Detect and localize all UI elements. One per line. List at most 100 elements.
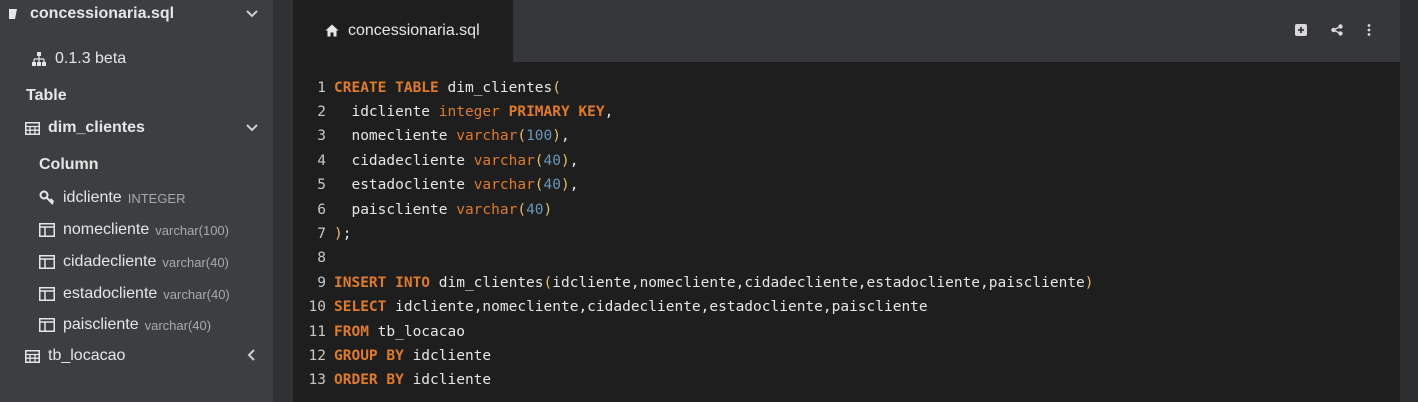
line-number: 9: [317, 275, 326, 291]
code-token: ): [552, 128, 561, 144]
code-token: varchar: [473, 153, 535, 169]
code-token: estadocliente: [334, 177, 474, 193]
code-token: SELECT: [334, 299, 387, 315]
code-line[interactable]: 4 cidadecliente varchar(40),: [293, 149, 578, 173]
chevron-down-icon[interactable]: [245, 6, 259, 20]
line-number: 8: [317, 250, 326, 266]
column-name: cidadecliente: [63, 253, 157, 270]
column-type: varchar(40): [162, 254, 229, 270]
code-token: (: [552, 80, 561, 96]
code-line[interactable]: 8: [293, 246, 334, 270]
line-number: 12: [308, 348, 326, 364]
code-token: 40: [526, 202, 544, 218]
code-token: dim_clientes: [438, 80, 553, 96]
code-token: INSERT INTO: [334, 275, 431, 291]
editor-panel: concessionaria.sql 1 CREATE TABLE dim_cli…: [293, 0, 1400, 402]
column-name: estadocliente: [63, 285, 158, 302]
tab-label: concessionaria.sql: [348, 22, 480, 39]
column-name: paiscliente: [63, 316, 139, 333]
code-token: dim_clientes: [430, 275, 544, 291]
code-token: ,: [604, 104, 614, 120]
code-token: ,: [561, 128, 570, 144]
code-token: ,: [569, 177, 579, 193]
column-item[interactable]: estadocliente varchar(40): [0, 280, 273, 308]
table-icon: [24, 120, 40, 136]
code-token: varchar: [473, 177, 535, 193]
code-token: idcliente: [403, 348, 492, 364]
code-token: ): [561, 153, 570, 169]
code-token: cidadecliente: [334, 153, 474, 169]
code-line[interactable]: 11 FROM tb_locacao: [293, 320, 465, 344]
code-token: integer: [438, 104, 500, 120]
code-token: ,: [569, 153, 579, 169]
table-icon: [24, 348, 40, 364]
line-number: 3: [317, 128, 326, 144]
code-token: ORDER BY: [334, 372, 404, 388]
column-icon: [39, 222, 55, 238]
code-line[interactable]: 10 SELECT idcliente,nomecliente,cidadecli…: [293, 295, 928, 319]
divider: [273, 0, 293, 402]
column-icon: [39, 286, 55, 302]
code-token: (: [543, 275, 553, 291]
code-token: ): [1084, 275, 1094, 291]
column-item[interactable]: paiscliente varchar(40): [0, 311, 273, 339]
table-name: tb_locacao: [48, 347, 126, 364]
line-number: 10: [308, 299, 326, 315]
code-line[interactable]: 1 CREATE TABLE dim_clientes(: [293, 76, 561, 100]
scrollbar[interactable]: [1400, 0, 1418, 402]
code-token: (: [517, 128, 527, 144]
line-number: 11: [308, 324, 326, 340]
code-token: (: [517, 202, 527, 218]
column-name: nomecliente: [63, 221, 150, 238]
code-line[interactable]: 7);: [293, 222, 351, 246]
line-number: 6: [317, 202, 326, 218]
code-token: idcliente,nomecliente,cidadecliente,esta…: [386, 299, 928, 315]
code-line[interactable]: 12 GROUP BY idcliente: [293, 344, 492, 368]
chevron-left-icon[interactable]: [245, 348, 259, 362]
line-number: 2: [317, 104, 326, 120]
home-icon: [325, 24, 339, 38]
tab-concessionaria[interactable]: concessionaria.sql: [293, 0, 513, 62]
column-item[interactable]: idcliente INTEGER: [0, 184, 273, 212]
sidebar-db-header[interactable]: concessionaria.sql: [0, 0, 273, 28]
code-line[interactable]: 9 INSERT INTO dim_clientes(idcliente,nome…: [293, 271, 1094, 295]
code-line[interactable]: 13 ORDER BY idcliente: [293, 368, 492, 392]
tab-bar: concessionaria.sql: [293, 0, 1400, 62]
code-token: tb_locacao: [368, 324, 465, 340]
code-token: ): [561, 177, 570, 193]
db-name: concessionaria.sql: [30, 5, 175, 22]
column-type: varchar(40): [163, 286, 230, 302]
code-token: CREATE TABLE: [334, 80, 439, 96]
add-icon[interactable]: [1294, 23, 1308, 37]
column-item[interactable]: cidadecliente varchar(40): [0, 248, 273, 276]
line-number: 5: [317, 177, 326, 193]
column-item[interactable]: nomecliente varchar(100): [0, 216, 273, 244]
code-token: 100: [526, 128, 553, 144]
code-line[interactable]: 3 nomecliente varchar(100),: [293, 124, 570, 148]
share-icon[interactable]: [1330, 23, 1344, 37]
code-line[interactable]: 2 idcliente integer PRIMARY KEY,: [293, 100, 613, 124]
code-token: varchar: [456, 128, 518, 144]
code-token: ): [543, 202, 553, 218]
code-line[interactable]: 6 paiscliente varchar(40): [293, 198, 552, 222]
chevron-down-icon[interactable]: [245, 120, 259, 134]
column-type: varchar(40): [144, 317, 212, 333]
column-type: INTEGER: [127, 190, 186, 206]
line-number: 4: [317, 153, 326, 169]
column-icon: [39, 254, 55, 270]
database-icon: [6, 6, 22, 22]
code-token: ): [334, 226, 343, 242]
code-token: GROUP BY: [334, 348, 404, 364]
code-token: nomecliente: [334, 128, 457, 144]
table-name: dim_clientes: [48, 119, 145, 136]
column-heading: Column: [39, 156, 99, 173]
sidebar: concessionaria.sql 0.1.3 beta Table dim_…: [0, 0, 273, 402]
sidebar-item-dim-clientes[interactable]: dim_clientes: [0, 114, 273, 142]
more-icon[interactable]: [1362, 23, 1376, 37]
line-number: 7: [317, 226, 326, 242]
version-label: 0.1.3 beta: [55, 50, 127, 67]
code-line[interactable]: 5 estadocliente varchar(40),: [293, 173, 578, 197]
sidebar-item-tb-locacao[interactable]: tb_locacao: [0, 342, 273, 370]
line-number: 13: [308, 372, 326, 388]
code-token: idcliente: [334, 104, 439, 120]
